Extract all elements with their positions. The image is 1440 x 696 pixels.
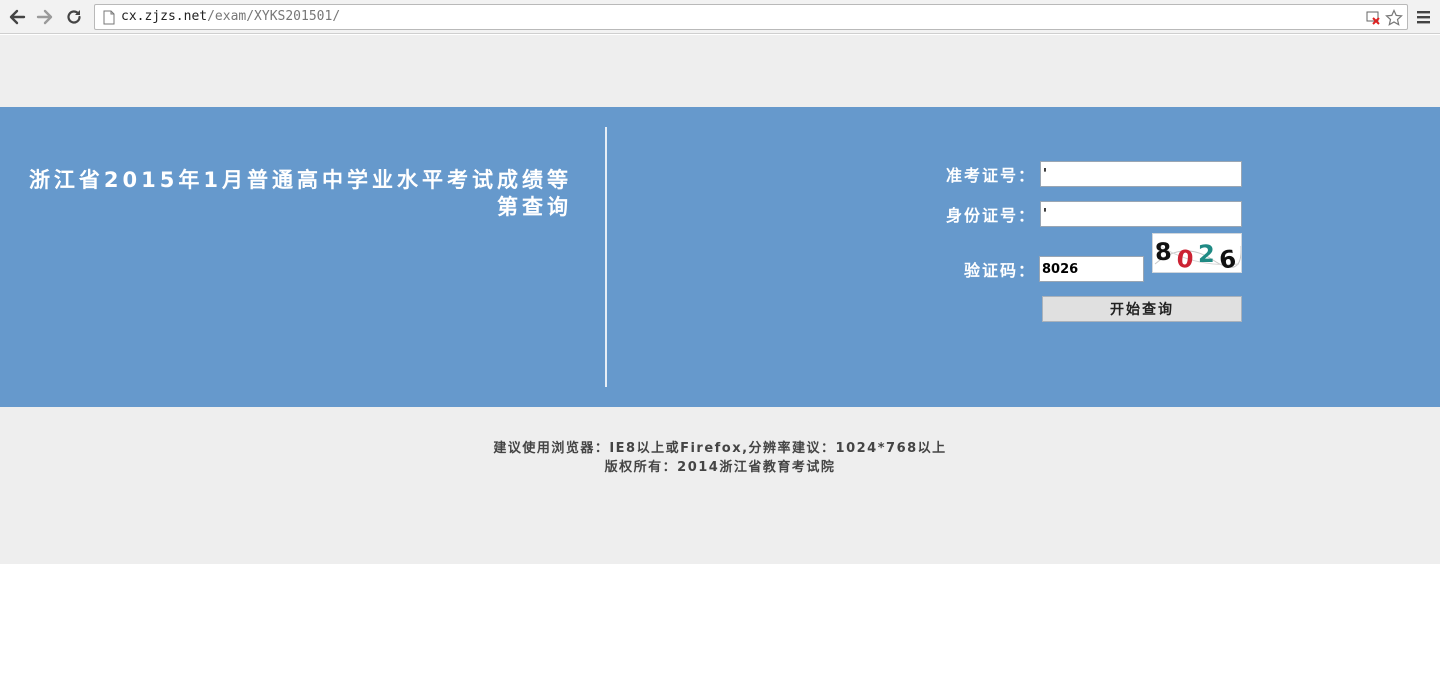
captcha-label: 验证码： — [963, 261, 1036, 280]
footer-band: 建议使用浏览器：IE8以上或Firefox,分辨率建议：1024*768以上 版… — [0, 407, 1440, 564]
start-query-button[interactable]: 开始查询 — [1042, 296, 1242, 322]
id-number-input[interactable] — [1040, 201, 1242, 227]
reload-icon — [67, 10, 81, 24]
arrow-left-icon — [9, 9, 26, 25]
query-panel: 浙江省2015年1月普通高中学业水平考试成绩等第查询 准考证号： 身份证号： 验… — [0, 107, 1440, 407]
back-button[interactable] — [5, 5, 29, 29]
copyright-text: 版权所有：2014浙江省教育考试院 — [604, 460, 836, 475]
blocked-content-button[interactable] — [1365, 9, 1383, 27]
ticket-number-input[interactable] — [1040, 161, 1242, 187]
captcha-digit: 0 — [1175, 244, 1195, 272]
blocked-content-icon — [1366, 11, 1380, 25]
menu-button[interactable] — [1414, 6, 1434, 28]
reload-button[interactable] — [62, 5, 86, 29]
vertical-divider — [605, 127, 607, 387]
captcha-image[interactable]: 8 0 2 6 — [1152, 233, 1242, 275]
top-band — [0, 35, 1440, 107]
hamburger-menu-icon — [1417, 11, 1430, 24]
bookmark-button[interactable] — [1385, 9, 1403, 27]
browser-recommendation: 建议使用浏览器：IE8以上或Firefox,分辨率建议：1024*768以上 — [493, 441, 947, 456]
captcha-digit: 2 — [1198, 240, 1215, 268]
captcha-input[interactable] — [1039, 256, 1144, 282]
page-icon — [103, 10, 115, 25]
browser-toolbar: cx.zjzs.net/exam/XYKS201501/ — [0, 0, 1440, 34]
captcha-graphic: 8 0 2 6 — [1154, 237, 1242, 275]
url-text[interactable]: cx.zjzs.net/exam/XYKS201501/ — [121, 9, 340, 24]
url-host: cx.zjzs.net — [121, 9, 208, 24]
star-icon — [1385, 9, 1403, 26]
address-bar[interactable]: cx.zjzs.net/exam/XYKS201501/ — [94, 4, 1408, 30]
url-path: /exam/XYKS201501/ — [207, 9, 341, 24]
page-title: 浙江省2015年1月普通高中学业水平考试成绩等第查询 — [28, 168, 572, 219]
captcha-digit: 8 — [1154, 237, 1173, 266]
id-number-label: 身份证号： — [945, 206, 1036, 225]
ticket-number-label: 准考证号： — [945, 166, 1036, 185]
forward-button[interactable] — [33, 5, 57, 29]
arrow-right-icon — [36, 9, 53, 25]
captcha-digit: 6 — [1217, 245, 1237, 272]
